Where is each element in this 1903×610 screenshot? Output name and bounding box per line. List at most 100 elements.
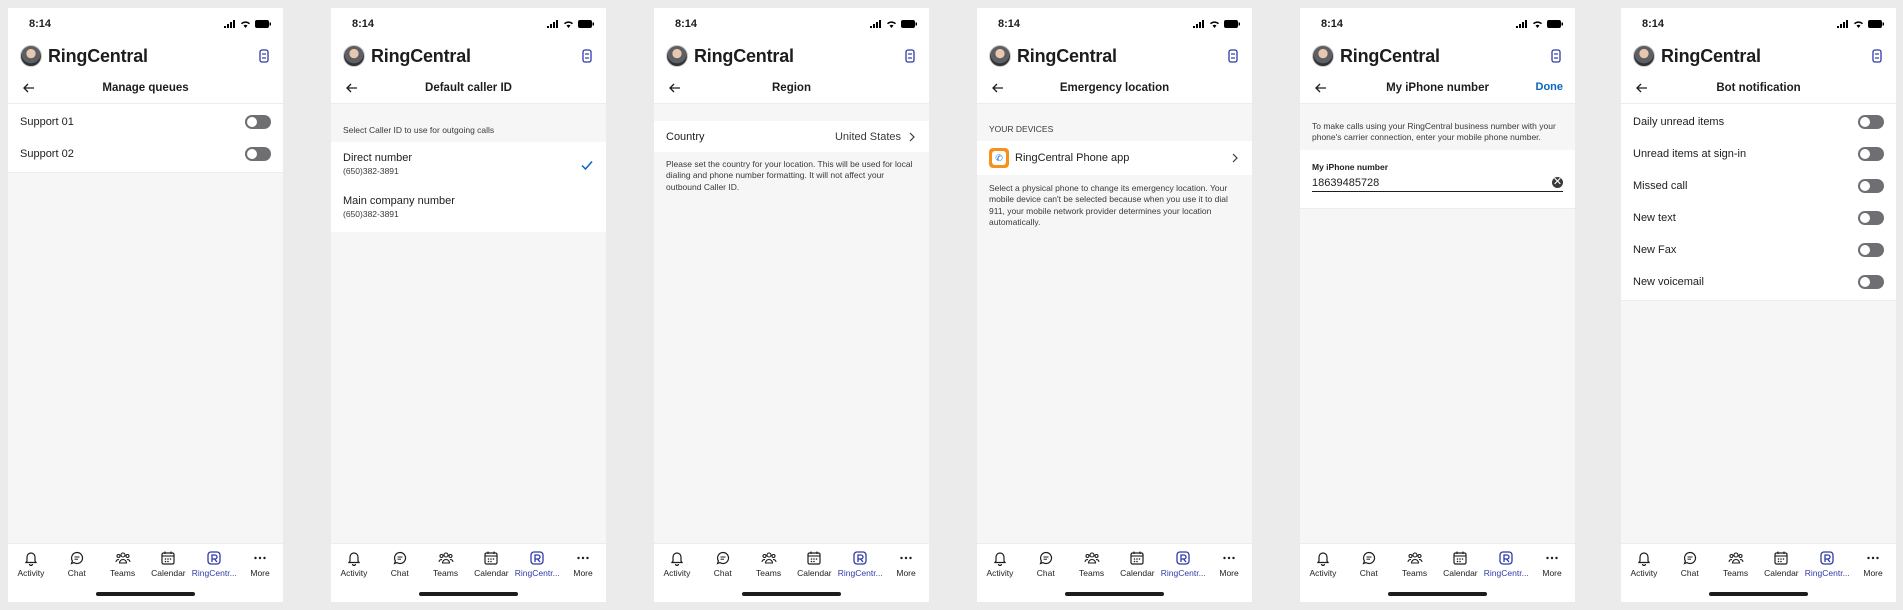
tab-chat[interactable]: Chat (1668, 550, 1712, 578)
tab-ringcentral[interactable]: RingCentr... (1161, 550, 1206, 578)
tab-chat[interactable]: Chat (1347, 550, 1391, 578)
chevron-right-icon (1232, 153, 1238, 163)
notification-toggle[interactable] (1858, 147, 1884, 161)
tab-more[interactable]: More (238, 550, 282, 578)
tab-calendar[interactable]: Calendar (792, 550, 836, 578)
back-arrow-icon[interactable] (20, 79, 38, 97)
tab-more[interactable]: More (884, 550, 928, 578)
tab-calendar[interactable]: Calendar (1115, 550, 1159, 578)
back-arrow-icon[interactable] (1633, 79, 1651, 97)
tab-label: Activity (1309, 568, 1337, 578)
queue-toggle[interactable] (245, 115, 271, 129)
bell-icon (347, 552, 361, 566)
tab-more[interactable]: More (1851, 550, 1895, 578)
tab-calendar[interactable]: Calendar (1759, 550, 1803, 578)
tab-label: Calendar (1764, 568, 1799, 578)
avatar[interactable] (666, 45, 688, 67)
app-header: RingCentral (1300, 40, 1575, 72)
tab-teams[interactable]: Teams (1393, 550, 1437, 578)
notification-label: New text (1633, 212, 1676, 224)
notification-toggle[interactable] (1858, 115, 1884, 129)
profile-card-icon[interactable] (1226, 49, 1240, 63)
phone-screen-emergency-location: 8:14 RingCentral Emergency location YOUR… (977, 8, 1252, 602)
tab-chat[interactable]: Chat (378, 550, 422, 578)
status-icons (224, 20, 271, 28)
tab-activity[interactable]: Activity (655, 550, 699, 578)
tab-ringcentral[interactable]: RingCentr... (1805, 550, 1850, 578)
tab-calendar[interactable]: Calendar (146, 550, 190, 578)
calendar-icon (484, 551, 498, 565)
page-title: Region (772, 81, 811, 94)
caller-id-option[interactable]: Main company number (650)382-3891 (331, 189, 606, 226)
tab-ringcentral[interactable]: RingCentr... (515, 550, 560, 578)
tab-bar: Activity Chat Teams Calendar RingCentr... Mor… (8, 543, 283, 602)
profile-card-icon[interactable] (580, 49, 594, 63)
tab-activity[interactable]: Activity (1622, 550, 1666, 578)
calendar-icon (1130, 551, 1144, 565)
back-arrow-icon[interactable] (1312, 79, 1330, 97)
profile-card-icon[interactable] (903, 49, 917, 63)
tab-chat[interactable]: Chat (701, 550, 745, 578)
tab-activity[interactable]: Activity (978, 550, 1022, 578)
app-header: RingCentral (8, 40, 283, 72)
option-label: Direct number (343, 152, 413, 164)
tab-teams[interactable]: Teams (1714, 550, 1758, 578)
tab-chat[interactable]: Chat (1024, 550, 1068, 578)
back-arrow-icon[interactable] (666, 79, 684, 97)
ringcentral-logo-icon (207, 551, 221, 565)
status-bar: 8:14 (1621, 8, 1896, 40)
iphone-note: To make calls using your RingCentral bus… (1312, 121, 1556, 143)
avatar[interactable] (20, 45, 42, 67)
device-row[interactable]: ✆ RingCentral Phone app (977, 141, 1252, 175)
signal-icon (547, 20, 558, 28)
chat-bubble-icon (716, 551, 729, 565)
tab-more[interactable]: More (1530, 550, 1574, 578)
tab-bar: Activity Chat Teams Calendar RingCentr... Mor… (977, 543, 1252, 602)
done-button[interactable]: Done (1536, 81, 1564, 93)
ringcentral-logo-icon (530, 551, 544, 565)
notification-toggle[interactable] (1858, 211, 1884, 225)
bell-icon (993, 552, 1007, 566)
tab-chat[interactable]: Chat (55, 550, 99, 578)
brand-name: RingCentral (1340, 45, 1440, 66)
region-note: Please set the country for your location… (666, 159, 913, 192)
clear-icon[interactable]: ✕ (1552, 177, 1563, 189)
teams-icon (438, 552, 454, 564)
avatar[interactable] (1633, 45, 1655, 67)
tab-ringcentral[interactable]: RingCentr... (192, 550, 237, 578)
back-arrow-icon[interactable] (989, 79, 1007, 97)
tab-calendar[interactable]: Calendar (1438, 550, 1482, 578)
profile-card-icon[interactable] (1549, 49, 1563, 63)
tab-teams[interactable]: Teams (1070, 550, 1114, 578)
avatar[interactable] (1312, 45, 1334, 67)
iphone-number-input[interactable]: 18639485728 ✕ (1312, 175, 1563, 192)
country-row[interactable]: Country United States (654, 121, 929, 152)
notification-toggle[interactable] (1858, 275, 1884, 289)
tab-activity[interactable]: Activity (332, 550, 376, 578)
tab-calendar[interactable]: Calendar (469, 550, 513, 578)
tab-activity[interactable]: Activity (9, 550, 53, 578)
notification-toggle[interactable] (1858, 243, 1884, 257)
tab-ringcentral[interactable]: RingCentr... (838, 550, 883, 578)
caller-id-option[interactable]: Direct number (650)382-3891 (331, 146, 606, 183)
profile-card-icon[interactable] (1870, 49, 1884, 63)
tab-activity[interactable]: Activity (1301, 550, 1345, 578)
nav-bar: Bot notification (1621, 72, 1896, 104)
tab-ringcentral[interactable]: RingCentr... (1484, 550, 1529, 578)
tab-teams[interactable]: Teams (747, 550, 791, 578)
notification-toggle[interactable] (1858, 179, 1884, 193)
profile-card-icon[interactable] (257, 49, 271, 63)
wifi-icon (1533, 21, 1542, 28)
tab-more[interactable]: More (1207, 550, 1251, 578)
option-number: (650)382-3891 (343, 166, 399, 176)
tab-teams[interactable]: Teams (101, 550, 145, 578)
status-icons (1837, 20, 1884, 28)
tab-more[interactable]: More (561, 550, 605, 578)
avatar[interactable] (989, 45, 1011, 67)
notification-row: Daily unread items (1621, 106, 1896, 138)
back-arrow-icon[interactable] (343, 79, 361, 97)
tab-teams[interactable]: Teams (424, 550, 468, 578)
queue-toggle[interactable] (245, 147, 271, 161)
avatar[interactable] (343, 45, 365, 67)
status-time: 8:14 (1642, 18, 1665, 30)
